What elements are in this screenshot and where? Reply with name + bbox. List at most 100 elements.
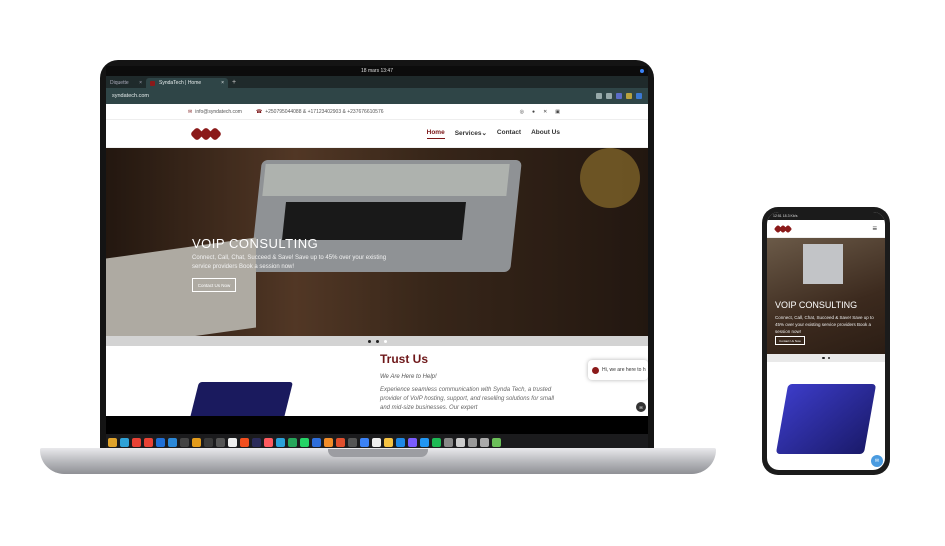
- hamburger-menu-icon[interactable]: ≡: [872, 224, 877, 233]
- whatsapp-icon[interactable]: ◎: [520, 109, 524, 115]
- slider-dot[interactable]: [383, 339, 387, 343]
- nav-contact[interactable]: Contact: [497, 129, 521, 139]
- app-icon[interactable]: [204, 437, 213, 447]
- nav-about[interactable]: About Us: [531, 129, 560, 139]
- gmail-icon[interactable]: [144, 437, 153, 447]
- close-icon[interactable]: ×: [139, 80, 142, 86]
- app-icon[interactable]: [264, 437, 273, 447]
- slider-dot[interactable]: [367, 339, 371, 343]
- app-icon[interactable]: [192, 437, 201, 447]
- app-icon[interactable]: [312, 437, 321, 447]
- chat-greeting-text: Hi, we are here to h: [602, 367, 646, 373]
- trust-laptop-image: [189, 382, 293, 416]
- synda-logo[interactable]: [189, 126, 223, 141]
- app-icon[interactable]: [360, 437, 369, 447]
- app-icon[interactable]: [480, 437, 489, 447]
- app-icon[interactable]: [468, 437, 477, 447]
- website-viewport: ✉ info@syndatech.com ☎ +250795044088 & +…: [106, 104, 648, 416]
- chrome-icon[interactable]: [132, 437, 141, 447]
- app-icon[interactable]: [348, 437, 357, 447]
- app-icon[interactable]: [240, 437, 249, 447]
- email-contact[interactable]: ✉ info@syndatech.com: [188, 109, 242, 115]
- app-icon[interactable]: [180, 437, 189, 447]
- app-icon[interactable]: [444, 437, 453, 447]
- app-icon[interactable]: [372, 437, 381, 447]
- phone-slider-dots: [767, 354, 885, 362]
- bookmark-star-icon[interactable]: [606, 93, 612, 99]
- browser-tab-active[interactable]: SyndaTech | Home ×: [146, 78, 228, 88]
- chat-avatar-icon: [592, 366, 599, 374]
- app-icon[interactable]: [324, 437, 333, 447]
- app-icon[interactable]: [420, 437, 429, 447]
- hero-title: VOIP CONSULTING: [192, 236, 319, 251]
- browser-tab-inactive[interactable]: Diquette ×: [106, 78, 146, 88]
- url-field[interactable]: syndatech.com: [112, 93, 592, 99]
- hero-banner: VOIP CONSULTING Connect, Call, Chat, Suc…: [106, 148, 648, 336]
- trust-title: Trust Us: [380, 352, 429, 366]
- browser-tab-strip: Diquette × SyndaTech | Home × +: [106, 76, 648, 88]
- app-icon[interactable]: [228, 437, 237, 447]
- phone-hero-title: VOIP CONSULTING: [775, 300, 858, 310]
- laptop-notch: [328, 449, 428, 457]
- app-icon[interactable]: [252, 437, 261, 447]
- profile-icon[interactable]: [636, 93, 642, 99]
- phone-text: +250795044088 & +17123402903 & +23767661…: [265, 108, 384, 115]
- site-topbar: ✉ info@syndatech.com ☎ +250795044088 & +…: [106, 104, 648, 120]
- telegram-icon[interactable]: [276, 437, 285, 447]
- chat-launcher-icon[interactable]: ✉: [871, 455, 883, 467]
- x-icon[interactable]: ✕: [543, 109, 547, 115]
- linkedin-icon[interactable]: ▣: [555, 109, 560, 115]
- extension-icon[interactable]: [626, 93, 632, 99]
- whatsapp-icon[interactable]: [300, 437, 309, 447]
- phone-laptop-image: [775, 384, 877, 454]
- app-icon[interactable]: [108, 437, 117, 447]
- favicon-icon: [150, 80, 155, 86]
- app-icon[interactable]: [396, 437, 405, 447]
- slider-dot[interactable]: [375, 339, 379, 343]
- contact-us-button[interactable]: Contact Us Now: [192, 278, 236, 292]
- new-tab-button[interactable]: +: [228, 78, 236, 88]
- extension-icon[interactable]: [616, 93, 622, 99]
- app-icon[interactable]: [408, 437, 417, 447]
- translate-icon[interactable]: [596, 93, 602, 99]
- phone-contact[interactable]: ☎ +250795044088 & +17123402903 & +237676…: [256, 109, 384, 115]
- site-navbar: Home Services⌄ Contact About Us: [106, 120, 648, 148]
- app-icon[interactable]: [156, 437, 165, 447]
- app-icon[interactable]: [336, 437, 345, 447]
- phone-contact-us-button[interactable]: Contact Us Now: [775, 336, 805, 345]
- nav-services[interactable]: Services⌄: [455, 129, 487, 139]
- phone-status-bar: 12:51 18.3 Kb/s: [767, 212, 885, 220]
- email-text: info@syndatech.com: [195, 108, 242, 115]
- laptop-screen: 18 mars 13:47 Diquette × SyndaTech | Hom…: [106, 66, 648, 450]
- app-icon[interactable]: [456, 437, 465, 447]
- app-icon[interactable]: [120, 437, 129, 447]
- browser-toolbar: [596, 93, 642, 99]
- tab-label: Diquette: [110, 80, 129, 86]
- app-icon[interactable]: [288, 437, 297, 447]
- vscode-icon[interactable]: [168, 437, 177, 447]
- app-icon[interactable]: [384, 437, 393, 447]
- slider-dot[interactable]: [827, 356, 830, 360]
- app-icon[interactable]: [216, 437, 225, 447]
- synda-logo[interactable]: [773, 224, 793, 233]
- hero-subtitle: Connect, Call, Chat, Succeed & Save! Sav…: [192, 255, 387, 270]
- phone-hero-subtitle: Connect, Call, Chat, Succeed & Save! Sav…: [775, 315, 874, 334]
- close-icon[interactable]: ×: [221, 80, 224, 86]
- app-icon[interactable]: [492, 437, 501, 447]
- phone-hero-laptop-image: [803, 244, 843, 284]
- trust-text: Experience seamless communication with S…: [380, 387, 554, 411]
- mockup-stage: 18 mars 13:47 Diquette × SyndaTech | Hom…: [0, 0, 945, 546]
- nav-home[interactable]: Home: [426, 129, 445, 139]
- slider-dot[interactable]: [822, 356, 825, 360]
- address-bar: syndatech.com: [106, 88, 648, 104]
- phone-navbar: ≡: [767, 220, 885, 238]
- chevron-down-icon: ⌄: [481, 129, 487, 137]
- trust-section: Trust Us We Are Here to Help! Experience…: [106, 346, 648, 416]
- phone-hero-banner: VOIP CONSULTING Connect, Call, Chat, Suc…: [767, 238, 885, 354]
- chat-launcher-icon[interactable]: ✉: [636, 402, 646, 412]
- spotify-icon[interactable]: [432, 437, 441, 447]
- os-top-bar: 18 mars 13:47: [106, 66, 648, 76]
- facebook-icon[interactable]: ●: [532, 109, 535, 115]
- status-dot-icon: [640, 69, 644, 73]
- chat-greeting[interactable]: Hi, we are here to h: [588, 360, 648, 380]
